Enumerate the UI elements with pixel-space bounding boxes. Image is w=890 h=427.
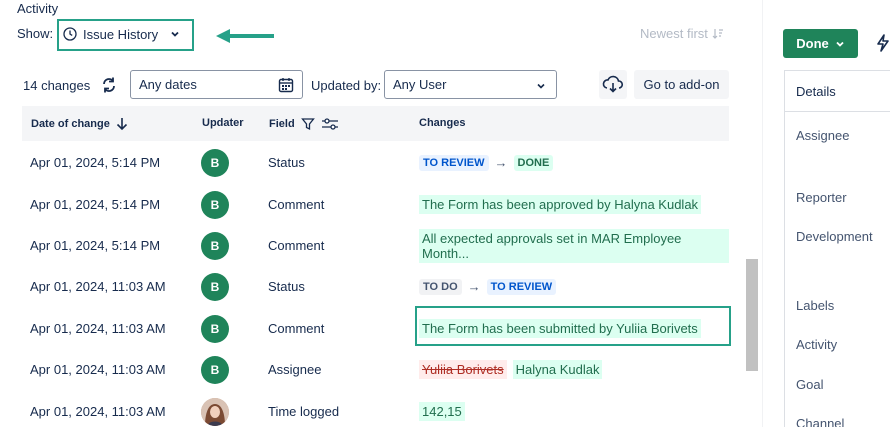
field-column-header: Field (269, 117, 339, 131)
done-button-label: Done (796, 36, 829, 51)
issue-sidebar: Done Details Assignee Reporter Developme… (762, 0, 890, 427)
table-row: Apr 01, 2024, 11:03 AM B Status TO DO → … (22, 266, 729, 307)
table-row: Apr 01, 2024, 11:03 AM B Assignee Yuliia… (22, 349, 729, 390)
avatar[interactable]: B (201, 273, 229, 301)
added-value: 142,15 (419, 402, 465, 421)
export-cloud-button[interactable] (599, 70, 627, 99)
table-header: Date of change Updater Field Changes (22, 106, 729, 141)
avatar[interactable] (201, 398, 229, 426)
row-change: TO REVIEW → DONE (419, 142, 554, 183)
avatar[interactable]: B (201, 149, 229, 177)
avatar[interactable]: B (201, 356, 229, 384)
row-date: Apr 01, 2024, 11:03 AM (30, 362, 166, 377)
issue-history-dropdown[interactable]: Issue History (63, 23, 180, 45)
detail-label-goal: Goal (796, 377, 824, 392)
changes-column-header: Changes (419, 117, 465, 129)
added-value: Halyna Kudlak (512, 360, 603, 379)
date-filter-input[interactable]: Any dates (130, 70, 303, 99)
updater-header-label: Updater (202, 117, 244, 129)
changes-header-label: Changes (419, 117, 466, 129)
table-row: Apr 01, 2024, 5:14 PM B Comment The Form… (22, 184, 729, 225)
detail-label-labels: Labels (796, 298, 835, 313)
go-to-addon-button[interactable]: Go to add-on (634, 70, 729, 99)
sort-icon (712, 28, 723, 39)
status-lozenge-to: TO REVIEW (486, 278, 557, 295)
row-field: Status (268, 279, 305, 294)
user-filter-value: Any User (393, 77, 447, 92)
user-filter-select[interactable]: Any User (384, 70, 557, 99)
date-column-header[interactable]: Date of change (31, 117, 128, 131)
sort-label: Newest first (640, 26, 708, 41)
row-date: Apr 01, 2024, 11:03 AM (30, 321, 166, 336)
row-date: Apr 01, 2024, 11:03 AM (30, 404, 166, 419)
detail-label-assignee: Assignee (796, 128, 850, 143)
details-panel: Details Assignee Reporter Development La… (784, 70, 890, 427)
table-row: Apr 01, 2024, 5:14 PM B Comment All expe… (22, 225, 729, 266)
row-field: Assignee (268, 362, 322, 377)
row-change: Yuliia Borivets Halyna Kudlak (419, 349, 603, 390)
annotation-highlight-box (415, 306, 731, 346)
row-change: TO DO → TO REVIEW (419, 266, 557, 307)
filter-bar: 14 changes Any dates Updated by: Any Use… (0, 70, 762, 100)
avatar[interactable]: B (201, 232, 229, 260)
settings-sliders-icon[interactable] (321, 117, 339, 131)
sort-toggle[interactable]: Newest first (640, 26, 724, 41)
row-change: 142,15 (419, 391, 465, 427)
row-date: Apr 01, 2024, 5:14 PM (30, 197, 161, 212)
issue-history-label: Issue History (83, 26, 159, 42)
cloud-download-icon (602, 75, 624, 93)
row-field: Time logged (268, 404, 340, 419)
table-row: Apr 01, 2024, 11:03 AM Time logged 142,1… (22, 391, 729, 427)
activity-panel: Activity Show: Issue History Newest firs… (0, 0, 762, 427)
filter-icon[interactable] (300, 117, 315, 131)
updater-column-header: Updater (202, 117, 244, 129)
changes-count: 14 changes (23, 78, 91, 93)
chevron-down-icon (171, 31, 179, 37)
row-field: Status (268, 155, 305, 170)
status-lozenge-from: TO REVIEW (419, 154, 489, 171)
detail-label-activity: Activity (796, 337, 838, 352)
date-filter-value: Any dates (139, 77, 197, 92)
annotation-arrow-icon (216, 29, 274, 43)
scrollbar-thumb[interactable] (746, 259, 758, 371)
clock-icon (63, 27, 77, 41)
status-lozenge-from: TO DO (419, 278, 462, 295)
date-header-label: Date of change (31, 118, 110, 130)
avatar[interactable]: B (201, 191, 229, 219)
row-field: Comment (268, 197, 325, 212)
avatar[interactable]: B (201, 315, 229, 343)
added-value: The Form has been approved by Halyna Kud… (419, 195, 702, 214)
row-date: Apr 01, 2024, 5:14 PM (30, 238, 161, 253)
row-change: All expected approvals set in MAR Employ… (419, 225, 729, 266)
user-photo-icon (201, 398, 229, 426)
row-change: The Form has been approved by Halyna Kud… (419, 184, 702, 225)
added-value: All expected approvals set in MAR Employ… (419, 228, 729, 263)
activity-title: Activity (17, 1, 59, 16)
detail-label-reporter: Reporter (796, 190, 847, 205)
row-field: Comment (268, 321, 325, 336)
detail-label-channel: Channel (796, 416, 845, 427)
chevron-down-icon (537, 83, 545, 89)
detail-label-development: Development (796, 229, 873, 244)
row-date: Apr 01, 2024, 11:03 AM (30, 279, 166, 294)
table-row: Apr 01, 2024, 5:14 PM B Status TO REVIEW… (22, 142, 729, 183)
row-date: Apr 01, 2024, 5:14 PM (30, 155, 161, 170)
chevron-down-icon (836, 41, 844, 47)
updated-by-label: Updated by: (311, 78, 382, 93)
removed-value: Yuliia Borivets (419, 360, 507, 379)
refresh-icon[interactable] (100, 76, 118, 94)
done-status-button[interactable]: Done (783, 29, 858, 58)
sort-down-icon (116, 118, 127, 131)
details-title: Details (796, 84, 836, 99)
arrow-right-icon: → (494, 155, 508, 170)
arrow-right-icon: → (467, 279, 481, 294)
details-header[interactable]: Details (785, 71, 890, 112)
status-lozenge-to: DONE (513, 154, 554, 171)
lightning-bolt-icon[interactable] (875, 34, 890, 52)
show-label: Show: (17, 26, 54, 41)
row-field: Comment (268, 238, 325, 253)
calendar-icon (278, 78, 294, 93)
field-header-label: Field (269, 118, 295, 130)
